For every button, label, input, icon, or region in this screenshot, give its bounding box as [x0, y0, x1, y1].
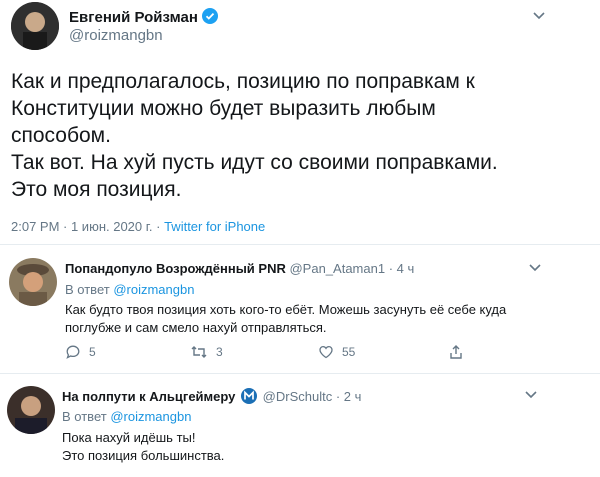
main-author-name-text[interactable]: Евгений Ройзман	[69, 9, 198, 26]
comment-icon	[66, 345, 80, 359]
reply-text: Пока нахуй идёшь ты! Это позиция большин…	[62, 429, 224, 465]
reply-header: На полпути к Альцгеймеру @DrSchultc · 2 …	[62, 388, 361, 407]
chevron-down-icon[interactable]	[533, 12, 545, 20]
reply-to-handle[interactable]: @roizmangbn	[110, 409, 191, 424]
reply-author-name[interactable]: Попандопуло Возрождённый PNR	[65, 261, 286, 276]
chevron-down-icon[interactable]	[525, 391, 537, 399]
main-tweet-line: Так вот. На хуй пусть идут со своими поп…	[11, 151, 498, 174]
reply-text: Как будто твоя позиция хоть кого-то ебёт…	[65, 301, 506, 337]
retweet-count: 3	[216, 345, 223, 359]
reply-text-line: Это позиция большинства.	[62, 448, 225, 463]
reply-text-line: поглубже и сам смело нахуй отправляться.	[65, 320, 327, 335]
reply-to-label: В ответ	[62, 409, 111, 424]
reply-author-name[interactable]: На полпути к Альцгеймеру	[62, 389, 235, 404]
main-tweet-line: способом.	[11, 124, 111, 147]
main-tweet-meta: 2:07 PM · 1 июн. 2020 г. · Twitter for i…	[11, 219, 265, 234]
reply-author-handle[interactable]: @Pan_Ataman1	[289, 261, 385, 276]
divider	[0, 244, 600, 245]
reply-text-line: Как будто твоя позиция хоть кого-то ебёт…	[65, 302, 507, 317]
main-tweet-line: Конституции можно будет выразить любым	[11, 97, 436, 120]
reply-count: 5	[89, 345, 96, 359]
reply-author-handle[interactable]: @DrSchultc	[263, 389, 333, 404]
share-icon	[450, 345, 462, 359]
reply-author-avatar[interactable]	[7, 386, 55, 434]
verified-badge-icon	[201, 8, 218, 24]
heart-icon	[319, 345, 333, 359]
main-tweet-line: Как и предполагалось, позицию по поправк…	[11, 70, 475, 93]
like-button[interactable]: 55	[318, 344, 355, 360]
divider	[0, 373, 600, 374]
tweet-source-link[interactable]: Twitter for iPhone	[164, 219, 265, 234]
reply-text-line: Пока нахуй идёшь ты!	[62, 430, 196, 445]
main-author-avatar[interactable]	[11, 2, 59, 50]
reply-button[interactable]: 5	[65, 344, 96, 360]
avatar-photo-icon	[9, 258, 57, 306]
reply-to-label: В ответ	[65, 282, 114, 297]
chevron-down-icon[interactable]	[529, 264, 541, 272]
retweet-icon	[191, 346, 207, 358]
main-tweet-line: Это моя позиция.	[11, 178, 182, 201]
main-tweet-text: Как и предполагалось, позицию по поправк…	[11, 68, 498, 203]
avatar-photo-icon	[11, 2, 59, 50]
reply-header: Попандопуло Возрождённый PNR @Pan_Ataman…	[65, 261, 414, 276]
reply-to-handle[interactable]: @roizmangbn	[113, 282, 194, 297]
avatar-photo-icon	[7, 386, 55, 434]
reply-to-line: В ответ @roizmangbn	[62, 409, 191, 424]
like-count: 55	[342, 345, 356, 359]
retweet-button[interactable]: 3	[190, 344, 223, 360]
reply-time[interactable]: · 4 ч	[389, 261, 415, 276]
reply-to-line: В ответ @roizmangbn	[65, 282, 194, 297]
brand-badge-icon	[241, 388, 258, 407]
tweet-timestamp[interactable]: 2:07 PM · 1 июн. 2020 г. ·	[11, 219, 164, 234]
reply-time[interactable]: · 2 ч	[336, 389, 362, 404]
main-author-handle[interactable]: @roizmangbn	[69, 27, 163, 44]
reply-author-avatar[interactable]	[9, 258, 57, 306]
main-author-name[interactable]: Евгений Ройзман	[69, 8, 218, 26]
share-button[interactable]	[448, 344, 464, 360]
